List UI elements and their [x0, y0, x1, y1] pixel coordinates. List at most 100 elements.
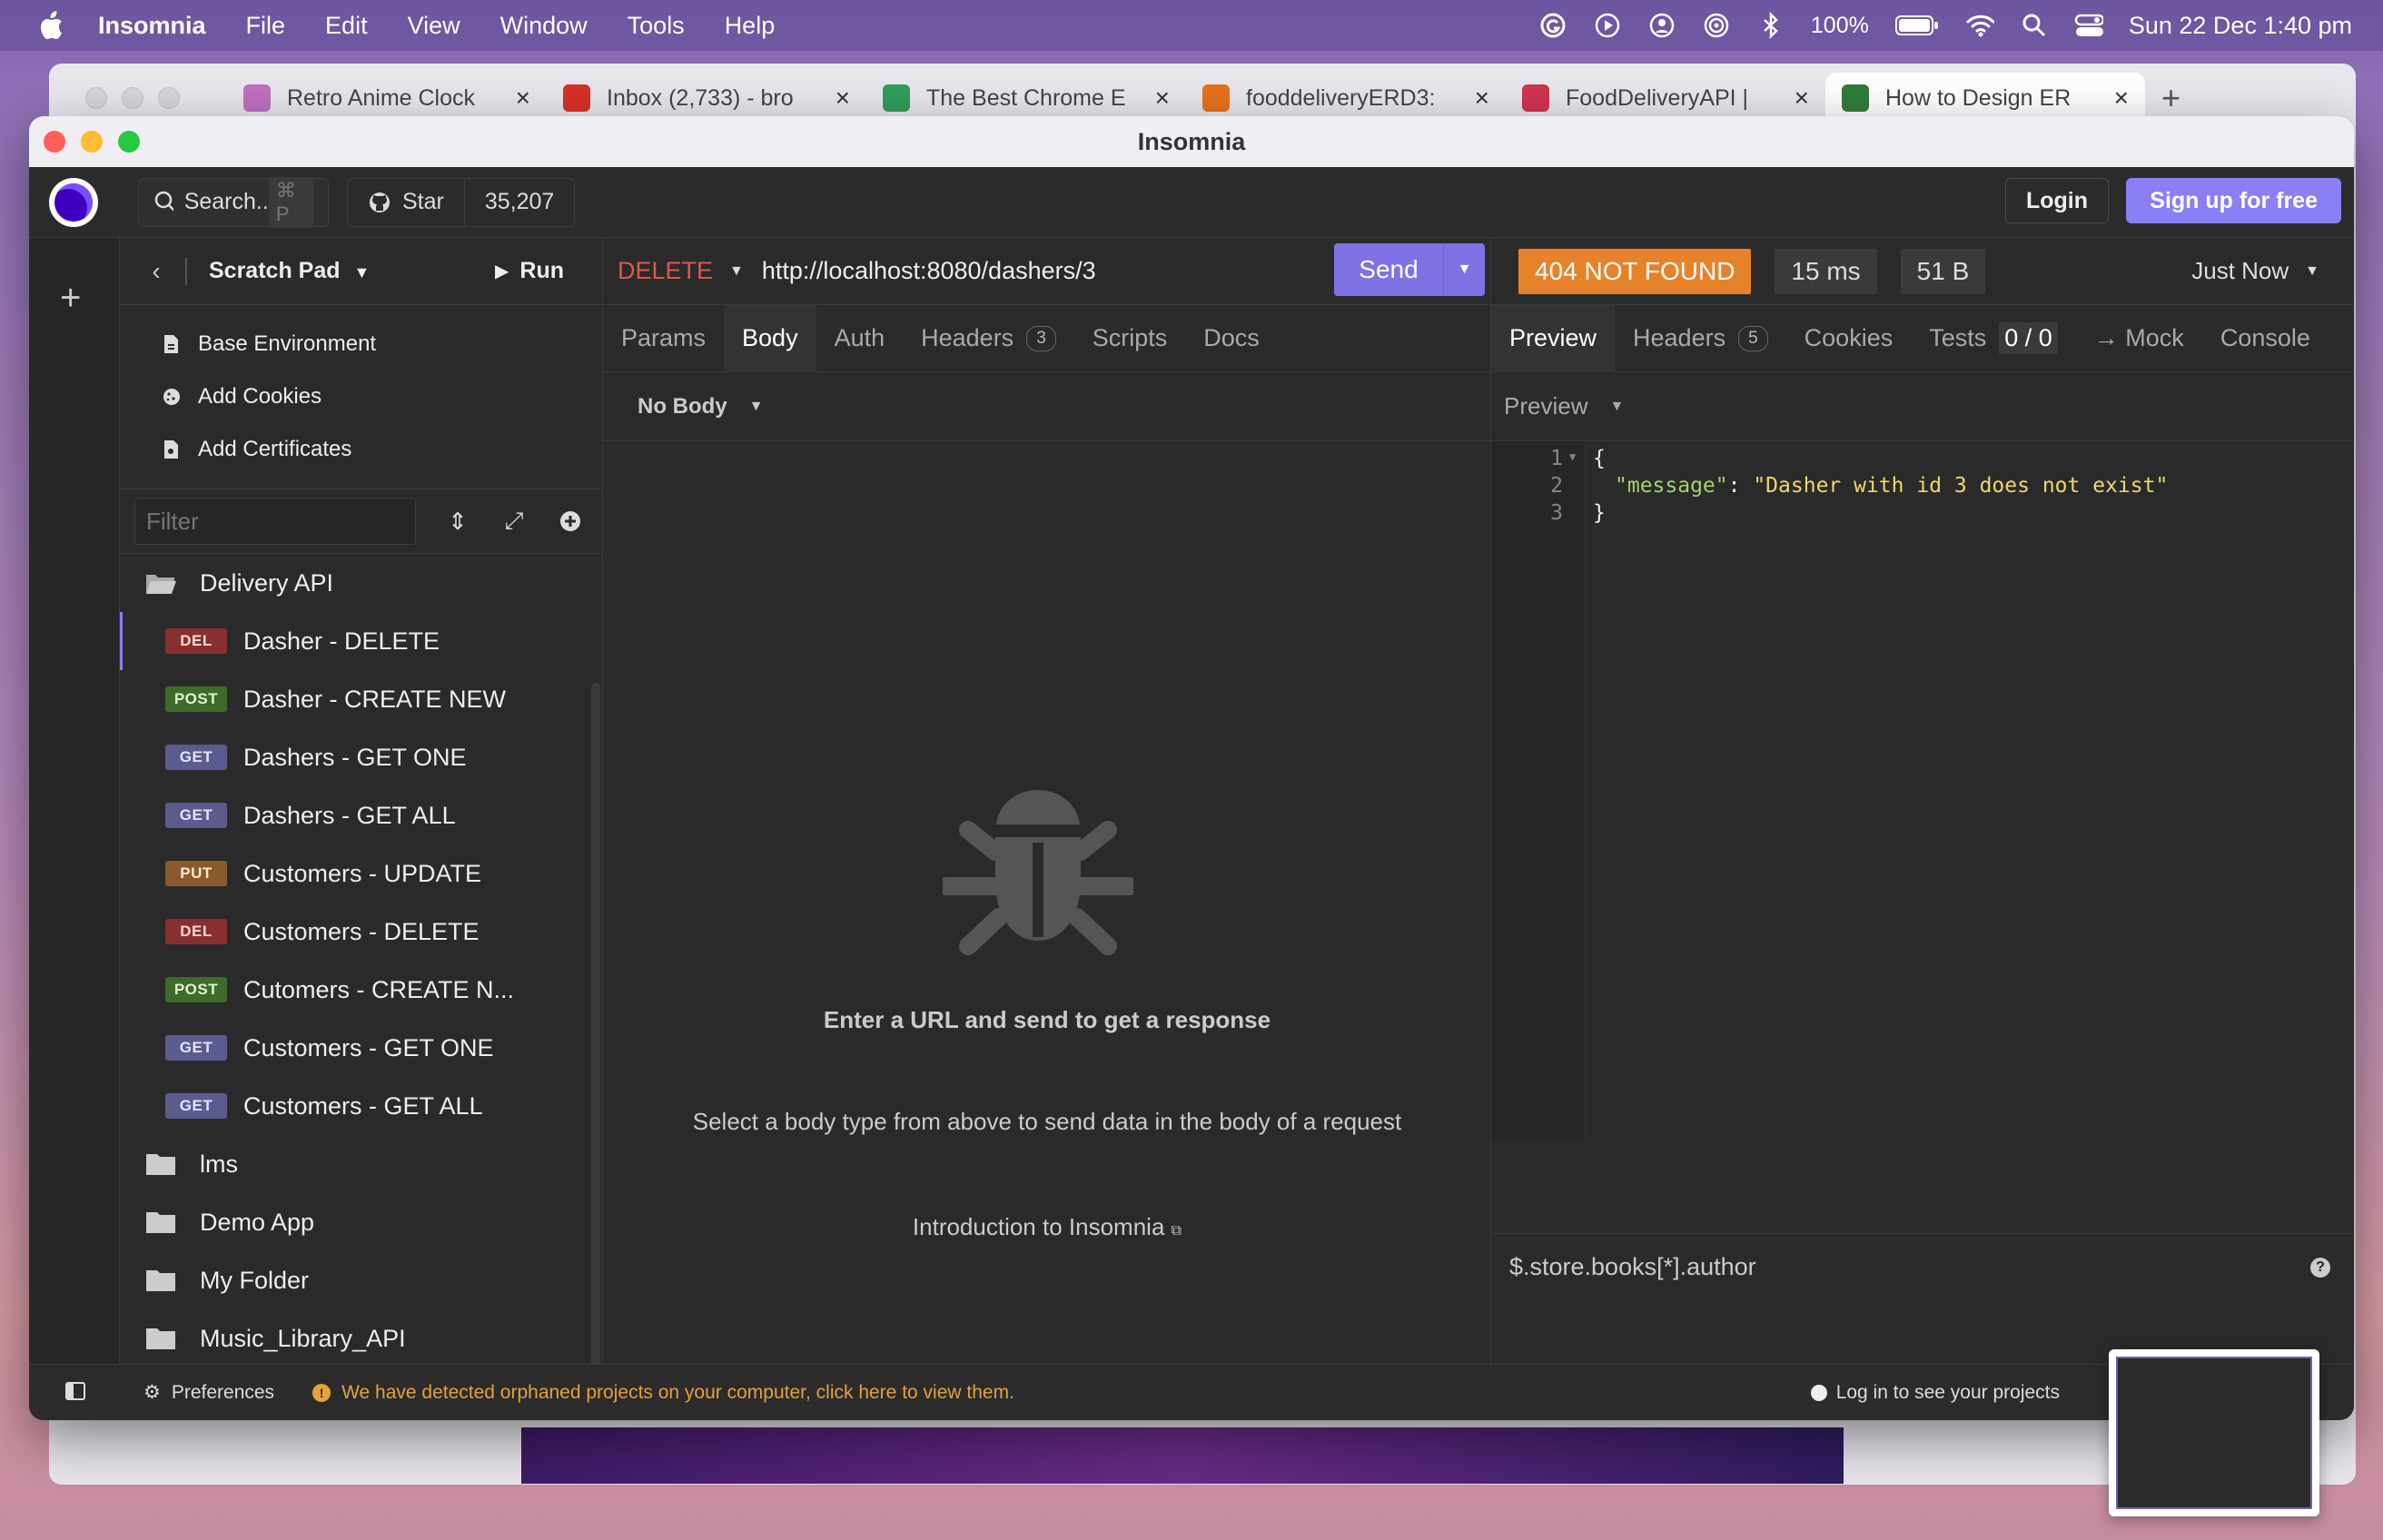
github-star-widget[interactable]: Star 35,207 — [347, 177, 576, 227]
tab-tests[interactable]: Tests 0 / 0 — [1911, 305, 2076, 372]
base-environment-item[interactable]: Base Environment — [120, 318, 602, 370]
request-item[interactable]: GET Dashers - GET ALL — [120, 786, 602, 844]
add-circle-icon[interactable] — [554, 505, 587, 538]
fold-chevron-icon[interactable]: ▼ — [1569, 450, 1576, 463]
folder-item[interactable]: Music_Library_API — [120, 1309, 602, 1367]
wifi-icon[interactable] — [1965, 11, 1994, 40]
chevron-down-icon: ▼ — [2305, 262, 2319, 279]
request-item[interactable]: GET Dashers - GET ONE — [120, 728, 602, 786]
request-item[interactable]: PUT Customers - UPDATE — [120, 844, 602, 903]
folder-item[interactable]: lms — [120, 1135, 602, 1193]
sort-icon[interactable]: ⇕ — [441, 505, 474, 538]
preferences-button[interactable]: ⚙ Preferences — [143, 1381, 274, 1404]
signup-button[interactable]: Sign up for free — [2126, 178, 2341, 223]
battery-icon[interactable] — [1894, 11, 1940, 40]
gear-icon: ⚙ — [143, 1382, 161, 1403]
tab-docs[interactable]: Docs — [1185, 305, 1278, 372]
spotlight-search-icon[interactable] — [2020, 11, 2049, 40]
response-code-viewer[interactable]: 1 2 3 ▼ { "message": "Dasher with id 3 d… — [1491, 441, 2354, 1140]
user-account-icon[interactable] — [1647, 11, 1676, 40]
request-item[interactable]: POST Cutomers - CREATE N... — [120, 961, 602, 1019]
bluetooth-icon[interactable] — [1756, 11, 1785, 40]
project-dropdown[interactable]: Scratch Pad ▼ — [209, 258, 370, 284]
apple-icon[interactable] — [33, 7, 69, 44]
tab-body[interactable]: Body — [724, 304, 816, 372]
add-icon[interactable]: + — [60, 278, 81, 319]
response-size-badge: 51 B — [1900, 248, 1986, 294]
star-label: Star — [402, 189, 444, 214]
close-tab-icon[interactable]: × — [1795, 84, 1809, 113]
menu-help[interactable]: Help — [725, 12, 776, 40]
status-bar: ⚙ Preferences ! We have detected orphaned … — [29, 1364, 2354, 1420]
add-certificates-item[interactable]: Add Certificates — [120, 423, 602, 476]
login-projects-link[interactable]: Log in to see your projects — [1810, 1382, 2060, 1404]
folder-delivery-api[interactable]: Delivery API — [120, 554, 602, 612]
github-star-button[interactable]: Star — [348, 179, 464, 226]
menu-tools[interactable]: Tools — [628, 12, 685, 40]
tab-preview[interactable]: Preview — [1491, 304, 1616, 372]
tab-scripts[interactable]: Scripts — [1074, 305, 1186, 372]
search-button[interactable]: Search.. ⌘ P — [138, 176, 329, 228]
control-center-icon[interactable] — [2074, 11, 2103, 40]
back-chevron-icon[interactable]: ‹ — [140, 257, 173, 286]
tab-params[interactable]: Params — [603, 305, 724, 372]
close-tab-icon[interactable]: × — [836, 84, 850, 113]
jsonpath-filter-input[interactable]: $.store.books[*].author ? — [1491, 1233, 2354, 1300]
method-badge: DEL — [165, 628, 227, 654]
folder-name: Demo App — [200, 1208, 315, 1236]
request-item[interactable]: GET Customers - GET ALL — [120, 1077, 602, 1135]
folder-item[interactable]: My Folder — [120, 1251, 602, 1309]
sidebar: ‹ Scratch Pad ▼ ▶ Run Base Environment Ad… — [120, 238, 603, 1373]
intro-link[interactable]: Introduction to Insomnia ⧉ — [603, 1213, 1491, 1241]
run-button[interactable]: ▶ Run — [495, 258, 564, 284]
folder-item[interactable]: Demo App — [120, 1193, 602, 1251]
menu-file[interactable]: File — [246, 12, 286, 40]
request-item[interactable]: DEL Dasher - DELETE — [120, 612, 602, 670]
send-options-dropdown[interactable]: ▼ — [1443, 243, 1485, 296]
play-icon[interactable] — [1593, 11, 1622, 40]
preview-mode-dropdown[interactable]: Preview ▼ — [1491, 372, 2354, 441]
tab-mock[interactable]: → Mock — [2076, 305, 2202, 372]
tab-console[interactable]: Console — [2202, 305, 2329, 372]
close-tab-icon[interactable]: × — [1155, 84, 1170, 113]
tab-favicon-icon — [1842, 84, 1869, 112]
airdrop-icon[interactable] — [1702, 11, 1731, 40]
request-item[interactable]: GET Customers - GET ONE — [120, 1019, 602, 1077]
sidebar-scrollbar[interactable] — [591, 683, 600, 1373]
request-item[interactable]: DEL Customers - DELETE — [120, 903, 602, 961]
body-type-dropdown[interactable]: No Body ▼ — [603, 372, 1490, 441]
help-icon[interactable]: ? — [2310, 1257, 2330, 1278]
menu-edit[interactable]: Edit — [325, 12, 368, 40]
tab-headers[interactable]: Headers 3 — [903, 305, 1074, 372]
minimize-window-button[interactable] — [81, 131, 103, 153]
close-tab-icon[interactable]: × — [1475, 84, 1489, 113]
tab-cookies[interactable]: Cookies — [1786, 305, 1912, 372]
close-tab-icon[interactable]: × — [2114, 84, 2129, 113]
orphaned-projects-warning[interactable]: ! We have detected orphaned projects on y… — [312, 1382, 1014, 1404]
close-window-button[interactable] — [44, 131, 65, 153]
filter-input[interactable] — [134, 498, 416, 545]
menu-view[interactable]: View — [408, 12, 460, 40]
tab-auth[interactable]: Auth — [816, 305, 904, 372]
toggle-sidebar-icon[interactable] — [65, 1381, 85, 1407]
menu-datetime[interactable]: Sun 22 Dec 1:40 pm — [2129, 12, 2352, 40]
menu-app-name[interactable]: Insomnia — [98, 12, 206, 40]
insomnia-logo[interactable] — [49, 177, 98, 227]
folder-name: Delivery API — [200, 568, 334, 597]
login-button[interactable]: Login — [2004, 178, 2109, 223]
send-button[interactable]: Send — [1334, 243, 1443, 296]
tab-response-headers[interactable]: Headers 5 — [1615, 305, 1786, 372]
add-cookies-item[interactable]: Add Cookies — [120, 370, 602, 423]
request-item[interactable]: POST Dasher - CREATE NEW — [120, 670, 602, 728]
close-tab-icon[interactable]: × — [516, 84, 530, 113]
method-dropdown[interactable]: DELETE ▼ — [618, 257, 744, 285]
expand-icon[interactable]: ⤢ — [498, 505, 530, 538]
status-dot-icon — [1810, 1384, 1827, 1401]
screenshot-thumbnail[interactable] — [2109, 1349, 2319, 1516]
menu-window[interactable]: Window — [500, 12, 588, 40]
play-icon: ▶ — [495, 262, 509, 281]
response-history-dropdown[interactable]: Just Now ▼ — [2191, 257, 2319, 285]
url-input[interactable]: http://localhost:8080/dashers/3 — [762, 257, 1096, 285]
grammarly-icon[interactable] — [1538, 11, 1567, 40]
zoom-window-button[interactable] — [118, 131, 140, 153]
